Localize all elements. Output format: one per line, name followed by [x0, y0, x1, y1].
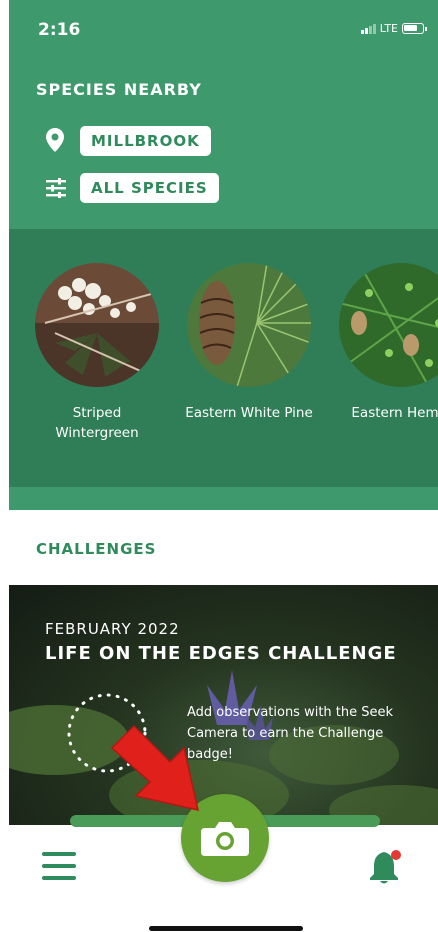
species-name: Eastern Hemlo — [351, 405, 438, 421]
screen: 2:16 LTE SPECIES NEARBY MILLBROOK ALL SP… — [0, 0, 438, 932]
species-item-eastern-hemlock[interactable]: Eastern Hemlo — [326, 263, 438, 423]
menu-icon[interactable] — [42, 852, 76, 880]
species-photo — [187, 263, 311, 387]
species-carousel: Striped Wintergreen Eastern White Pine E… — [9, 229, 438, 487]
home-indicator — [149, 926, 303, 931]
status-bar-right: LTE — [360, 22, 427, 35]
species-name: Striped Wintergreen — [55, 405, 139, 441]
network-label: LTE — [379, 22, 398, 35]
species-filter-button[interactable]: ALL SPECIES — [80, 173, 219, 203]
species-photo — [339, 263, 438, 387]
status-time: 2:16 — [38, 20, 81, 40]
red-arrow-annotation — [110, 724, 199, 811]
signal-icon — [360, 23, 376, 34]
challenges-title: CHALLENGES — [36, 540, 157, 558]
bell-icon[interactable] — [368, 848, 404, 886]
challenge-month: FEBRUARY 2022 — [45, 620, 180, 638]
species-nearby-title: SPECIES NEARBY — [36, 80, 202, 99]
location-pin-icon — [46, 128, 64, 152]
battery-icon — [402, 23, 427, 34]
challenge-title: LIFE ON THE EDGES CHALLENGE — [45, 643, 397, 664]
species-photo — [35, 263, 159, 387]
location-button[interactable]: MILLBROOK — [80, 126, 211, 156]
species-name: Eastern White Pine — [185, 405, 313, 421]
species-item-striped-wintergreen[interactable]: Striped Wintergreen — [22, 263, 172, 443]
filter-sliders-icon — [46, 178, 66, 198]
species-item-eastern-white-pine[interactable]: Eastern White Pine — [174, 263, 324, 423]
challenge-card[interactable]: FEBRUARY 2022 LIFE ON THE EDGES CHALLENG… — [9, 585, 438, 825]
camera-icon — [201, 822, 249, 856]
species-strip-band — [9, 487, 438, 510]
challenge-description: Add observations with the Seek Camera to… — [187, 705, 394, 762]
